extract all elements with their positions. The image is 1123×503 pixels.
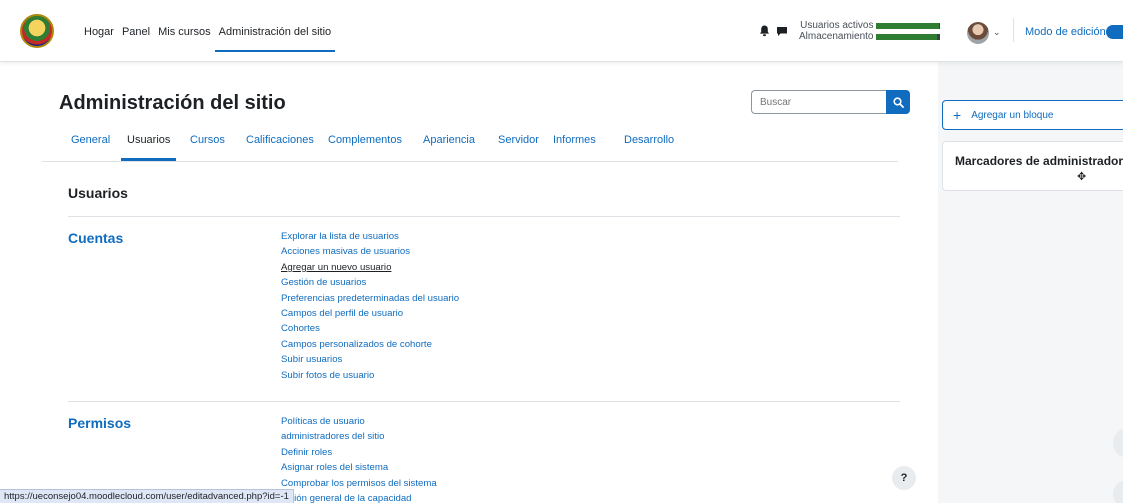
category-title-accounts[interactable]: Cuentas: [68, 230, 123, 246]
tab-courses[interactable]: Cursos: [190, 134, 225, 162]
permissions-link-list: Políticas de usuario administradores del …: [281, 414, 437, 503]
tab-server[interactable]: Servidor: [498, 134, 539, 162]
admin-link[interactable]: Campos del perfil de usuario: [281, 306, 459, 321]
tab-plugins[interactable]: Complementos: [328, 134, 402, 162]
add-block-button[interactable]: + Agregar un bloque: [942, 100, 1123, 130]
admin-link[interactable]: Subir fotos de usuario: [281, 368, 459, 383]
divider: [68, 216, 900, 217]
tab-users[interactable]: Usuarios: [120, 134, 177, 162]
navbar-divider: [1013, 18, 1014, 42]
active-users-label: Usuarios activos: [800, 20, 874, 31]
edit-mode-label: Modo de edición: [1025, 26, 1106, 38]
admin-bookmarks-block: Marcadores de administrador ✥: [942, 141, 1123, 191]
section-heading: Usuarios: [68, 185, 128, 201]
nav-link-home[interactable]: Hogar: [80, 26, 118, 38]
block-title: Marcadores de administrador: [955, 154, 1123, 168]
page-title: Administración del sitio: [59, 92, 286, 114]
tab-appearance[interactable]: Apariencia: [423, 134, 475, 162]
usage-meters: Usuarios activos Almacenamiento: [799, 20, 941, 42]
search-button[interactable]: [886, 90, 910, 114]
site-logo[interactable]: [20, 14, 54, 48]
storage-bar: [876, 33, 941, 40]
admin-link[interactable]: Explorar la lista de usuarios: [281, 229, 459, 244]
divider: [68, 401, 900, 402]
tab-general[interactable]: General: [71, 134, 110, 162]
admin-link[interactable]: administradores del sitio: [281, 429, 437, 444]
tab-development[interactable]: Desarrollo: [624, 134, 674, 162]
primary-navigation: Hogar Panel Mis cursos Administración de…: [80, 26, 336, 52]
storage-label: Almacenamiento: [799, 31, 874, 42]
bell-icon[interactable]: [755, 22, 773, 40]
category-title-permissions[interactable]: Permisos: [68, 415, 131, 431]
browser-status-url: https://ueconsejo04.moodlecloud.com/user…: [0, 489, 294, 503]
admin-link[interactable]: Definir roles: [281, 445, 437, 460]
tab-reports[interactable]: Informes: [553, 134, 596, 162]
storage-meter: Almacenamiento: [799, 31, 941, 42]
navbar-tools: Usuarios activos Almacenamiento: [755, 20, 941, 42]
admin-link[interactable]: Subir usuarios: [281, 352, 459, 367]
admin-link[interactable]: Asignar roles del sistema: [281, 460, 437, 475]
admin-link[interactable]: Preferencias predeterminadas del usuario: [281, 291, 459, 306]
avatar[interactable]: [967, 22, 989, 44]
active-users-bar: [876, 22, 941, 29]
chat-icon[interactable]: [773, 22, 791, 40]
nav-link-site-administration[interactable]: Administración del sitio: [214, 26, 336, 52]
admin-link[interactable]: Gestión de usuarios: [281, 275, 459, 290]
move-icon[interactable]: ✥: [1077, 170, 1086, 183]
search-icon: [892, 96, 904, 108]
admin-link[interactable]: Comprobar los permisos del sistema: [281, 476, 437, 491]
admin-link[interactable]: Agregar un nuevo usuario: [281, 260, 459, 275]
admin-link[interactable]: Políticas de usuario: [281, 414, 437, 429]
nav-link-dashboard[interactable]: Panel: [118, 26, 154, 38]
edit-mode-toggle[interactable]: [1106, 25, 1123, 39]
admin-link[interactable]: Visión general de la capacidad: [281, 491, 437, 503]
admin-link[interactable]: Campos personalizados de cohorte: [281, 337, 459, 352]
top-navbar: Hogar Panel Mis cursos Administración de…: [0, 0, 1123, 62]
admin-link[interactable]: Acciones masivas de usuarios: [281, 244, 459, 259]
search-input[interactable]: [751, 90, 887, 114]
tab-grades[interactable]: Calificaciones: [246, 134, 314, 162]
nav-link-my-courses[interactable]: Mis cursos: [154, 26, 215, 38]
admin-link[interactable]: Cohortes: [281, 321, 459, 336]
help-button[interactable]: ?: [892, 466, 916, 490]
add-block-label: Agregar un bloque: [971, 109, 1054, 121]
admin-tabs: General Usuarios Cursos Calificaciones C…: [42, 134, 898, 162]
active-users-meter: Usuarios activos: [799, 20, 941, 31]
accounts-link-list: Explorar la lista de usuarios Acciones ma…: [281, 229, 459, 383]
chevron-down-icon[interactable]: ⌄: [993, 27, 1001, 38]
plus-icon: +: [953, 107, 962, 123]
